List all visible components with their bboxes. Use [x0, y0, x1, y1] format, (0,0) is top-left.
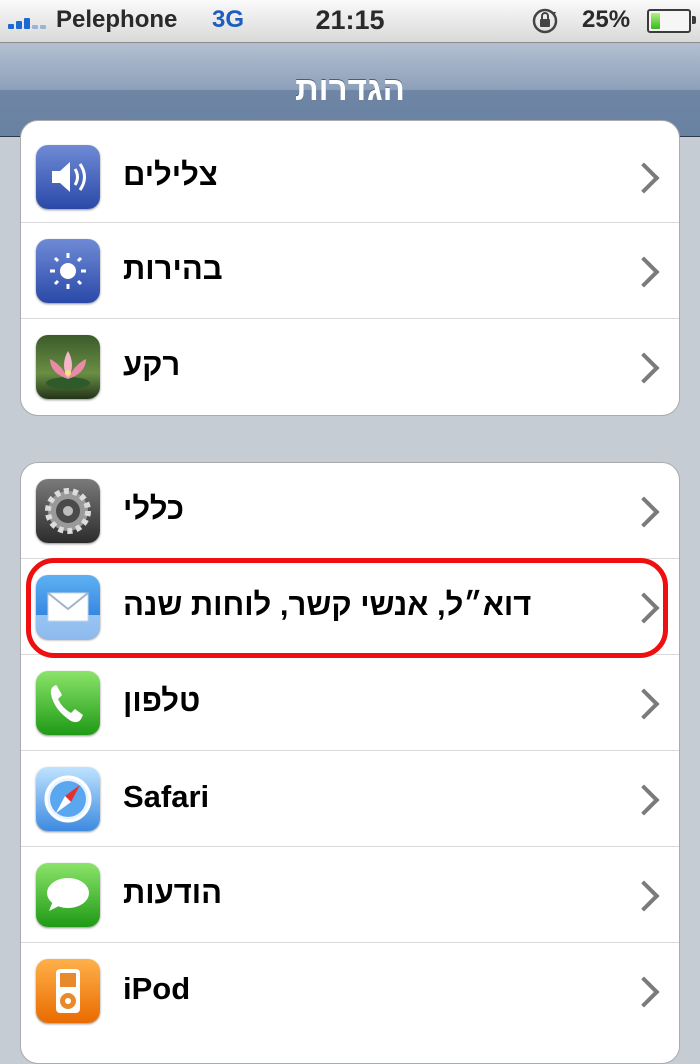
- settings-row-safari[interactable]: Safari: [21, 751, 679, 847]
- chevron-right-icon: [628, 256, 660, 288]
- chevron-right-icon: [628, 352, 660, 384]
- settings-row-general[interactable]: כללי: [21, 463, 679, 559]
- settings-row-mail-contacts-calendars[interactable]: דוא״ל, אנשי קשר, לוחות שנה: [21, 559, 679, 655]
- chevron-right-icon: [628, 162, 660, 194]
- wallpaper-icon: [36, 335, 100, 399]
- settings-group-display: צלילים בהירות רקע: [20, 120, 680, 416]
- phone-icon: [36, 671, 100, 735]
- battery-percent: 25%: [582, 6, 631, 33]
- chevron-right-icon: [628, 688, 660, 720]
- chevron-right-icon: [628, 880, 660, 912]
- row-label: כללי: [123, 491, 185, 526]
- chevron-right-icon: [628, 976, 660, 1008]
- settings-row-phone[interactable]: טלפון: [21, 655, 679, 751]
- row-label: טלפון: [123, 683, 201, 718]
- chevron-right-icon: [628, 496, 660, 528]
- settings-row-messages[interactable]: הודעות: [21, 847, 679, 943]
- battery-fill: [651, 13, 660, 29]
- row-label: הודעות: [123, 875, 223, 910]
- settings-row-sounds[interactable]: צלילים: [21, 121, 679, 223]
- row-label: צלילים: [123, 157, 218, 192]
- mail-icon: [36, 575, 100, 639]
- settings-row-wallpaper[interactable]: רקע: [21, 319, 679, 415]
- settings-row-ipod[interactable]: iPod: [21, 943, 679, 1039]
- row-label: דוא״ל, אנשי קשר, לוחות שנה: [123, 587, 532, 622]
- chevron-right-icon: [628, 592, 660, 624]
- row-label: iPod: [123, 971, 191, 1006]
- ipod-icon: [36, 959, 100, 1023]
- status-bar: Pelephone 3G 21:15 25%: [0, 0, 700, 43]
- chevron-right-icon: [628, 784, 660, 816]
- page-title: הגדרות: [295, 70, 405, 107]
- gear-icon: [36, 479, 100, 543]
- speaker-icon: [36, 145, 100, 209]
- safari-compass-icon: [36, 767, 100, 831]
- row-label: Safari: [123, 779, 210, 814]
- messages-bubble-icon: [36, 863, 100, 927]
- row-label: רקע: [123, 347, 181, 382]
- settings-row-brightness[interactable]: בהירות: [21, 223, 679, 319]
- row-label: בהירות: [123, 251, 223, 286]
- rotation-lock-icon: [532, 8, 558, 34]
- brightness-icon: [36, 239, 100, 303]
- settings-group-apps: כללי דוא״ל, אנשי קשר, לוחות שנה טלפון Sa…: [20, 462, 680, 1064]
- battery-icon: [647, 9, 696, 33]
